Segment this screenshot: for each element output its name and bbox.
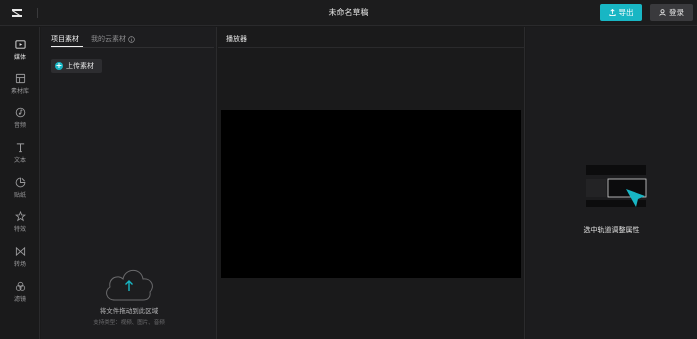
library-icon [15,73,25,84]
transition-icon [15,246,25,257]
sidebar-item-text[interactable]: 文本 [0,140,40,170]
upload-assets-button[interactable]: + 上传素材 [51,59,102,73]
track-select-illustration-icon [586,165,647,207]
media-icon [14,40,26,49]
tab-label: 我的云素材 [91,35,126,43]
sidebar-item-effects[interactable]: 特效 [0,209,40,239]
upload-label: 上传素材 [66,62,94,70]
player-divider [218,47,525,48]
player-title: 播放器 [226,35,247,43]
sidebar-item-label: 音频 [13,122,26,129]
sidebar-item-sticker[interactable]: 贴纸 [0,175,40,205]
video-canvas[interactable] [221,110,521,278]
export-label: 导出 [618,8,634,17]
info-icon[interactable] [128,35,135,43]
sidebar-item-label: 素材库 [10,88,29,95]
sidebar-item-label: 贴纸 [13,192,26,199]
sidebar-item-filter[interactable]: 滤镜 [0,279,40,309]
export-icon [608,9,616,16]
login-button[interactable]: 登录 [650,4,693,21]
sidebar-item-label: 特效 [13,226,26,233]
filter-icon [15,281,25,291]
drop-zone-text: 将文件拖动到此区域 [99,307,159,315]
sidebar-item-library[interactable]: 素材库 [0,71,40,101]
properties-hint: 选中轨道调整属性 [583,226,640,234]
player-panel: 播放器 [218,27,525,339]
export-button[interactable]: 导出 [600,4,642,21]
cloud-upload-icon[interactable] [101,265,157,303]
text-icon [16,143,24,153]
sidebar-item-transition[interactable]: 转场 [0,244,40,274]
top-bar: 未命名草稿 导出 登录 [0,0,697,26]
sidebar-item-audio[interactable]: 音频 [0,105,40,135]
sticker-icon [15,177,25,188]
media-panel: 项目素材 我的云素材 + 上传素材 将文件拖动到此区域 支持类型：视频、图片、音… [41,27,217,339]
project-title[interactable]: 未命名草稿 [0,7,697,18]
left-sidebar: 媒体 素材库 音频 文本 贴纸 特效 转场 滤镜 [0,27,40,339]
login-label: 登录 [669,8,684,17]
sidebar-item-label: 转场 [13,261,26,268]
tabs-divider [51,47,214,48]
effects-icon [14,211,26,222]
tab-project-assets[interactable]: 项目素材 [51,34,79,44]
sidebar-item-label: 媒体 [13,54,26,61]
tab-my-cloud-assets[interactable]: 我的云素材 [91,34,135,44]
user-icon [659,9,666,16]
properties-panel: 选中轨道调整属性 [526,27,697,339]
sidebar-item-label: 文本 [13,157,26,164]
plus-icon: + [55,61,63,70]
sidebar-item-media[interactable]: 媒体 [0,37,40,67]
audio-icon [15,107,25,118]
sidebar-item-label: 滤镜 [13,296,26,303]
supported-types-text: 支持类型：视频、图片、音频 [93,320,165,326]
